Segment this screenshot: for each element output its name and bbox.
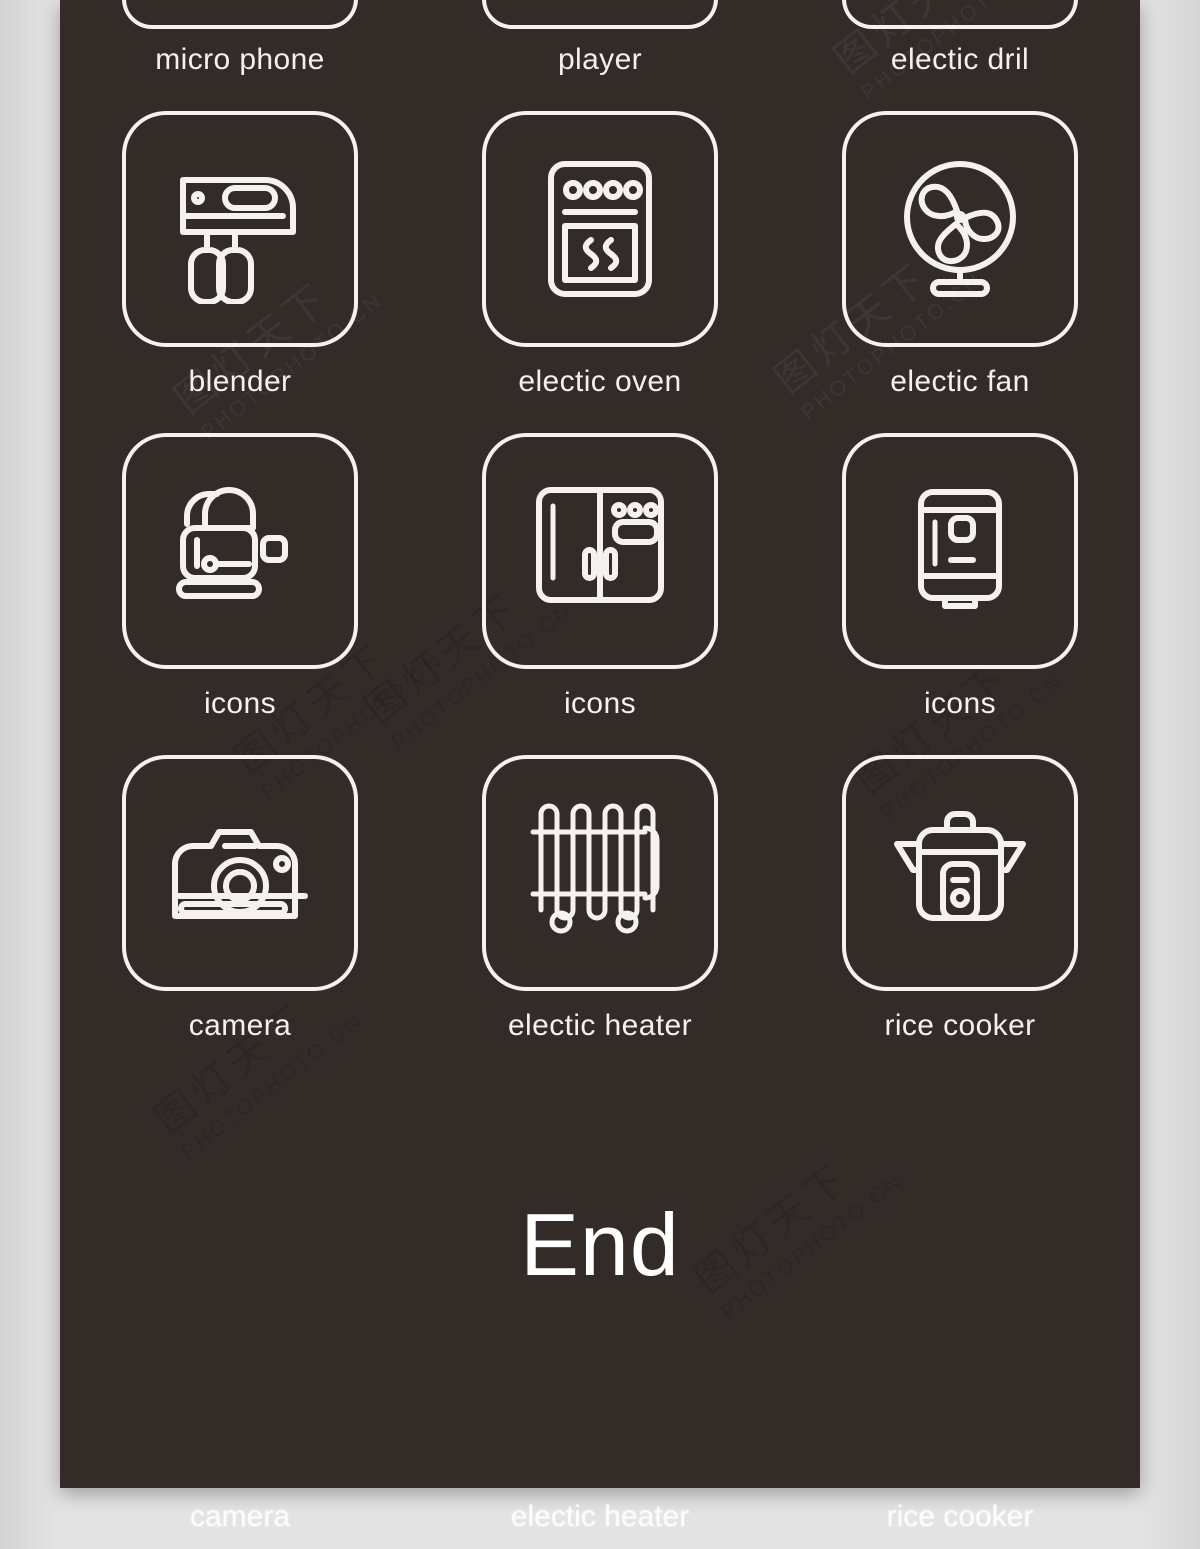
toaster-tile[interactable] xyxy=(122,433,358,669)
water-heater-tile[interactable] xyxy=(842,433,1078,669)
icon-label: icons xyxy=(563,687,637,720)
water-heater-icon xyxy=(918,489,1002,609)
electric-oven-tile[interactable] xyxy=(482,111,718,347)
electric-drill-icon[interactable] xyxy=(842,0,1078,29)
icon-label: electic oven xyxy=(518,365,682,398)
electric-heater-tile[interactable] xyxy=(482,755,718,991)
icon-cell-camera[interactable]: camera xyxy=(60,755,420,1043)
electric-fan-icon xyxy=(904,161,1016,297)
camera-tile[interactable] xyxy=(122,755,358,991)
icon-cell-electric-oven[interactable]: electic oven xyxy=(420,111,780,399)
icon-label: electic heater xyxy=(507,1009,693,1042)
electric-fan-tile[interactable] xyxy=(842,111,1078,347)
icon-label: blender xyxy=(188,365,292,398)
ghost-label: electic heater xyxy=(510,1500,690,1533)
icon-cell-toaster[interactable]: icons xyxy=(60,433,420,721)
player-icon[interactable] xyxy=(482,0,718,29)
microphone-icon[interactable] xyxy=(122,0,358,29)
icon-cell-electric-fan[interactable]: electic fan xyxy=(780,111,1140,399)
row-spacer xyxy=(60,399,1140,433)
row-spacer xyxy=(60,721,1140,755)
icon-label: player xyxy=(557,43,643,76)
electric-oven-icon xyxy=(548,161,652,297)
icon-cell-electric-drill[interactable]: electic dril xyxy=(780,0,1140,77)
blender-tile[interactable] xyxy=(122,111,358,347)
toaster-icon xyxy=(176,487,288,599)
blender-icon xyxy=(180,177,296,304)
icon-label: icons xyxy=(203,687,277,720)
icon-cell-water-heater[interactable]: icons xyxy=(780,433,1140,721)
ghost-label: camera xyxy=(189,1500,291,1533)
icon-row: icons icons icons xyxy=(60,433,1140,721)
icon-row: blender electic oven electic fan xyxy=(60,111,1140,399)
icon-gallery-panel: 图灯天下 PHOTOPHOTO.CN 图灯天下 PHOTOPHOTO.CN 图灯… xyxy=(60,0,1140,1488)
electric-heater-icon xyxy=(530,803,660,934)
end-text: End xyxy=(520,1195,680,1294)
rice-cooker-icon xyxy=(894,811,1026,921)
ghost-label: rice cooker xyxy=(886,1500,1034,1533)
icon-cell-rice-cooker[interactable]: rice cooker xyxy=(780,755,1140,1043)
icon-label: electic dril xyxy=(890,43,1030,76)
row-spacer xyxy=(60,77,1140,111)
refrigerator-icon xyxy=(536,487,664,603)
icon-cell-micro-phone[interactable]: micro phone xyxy=(60,0,420,77)
icon-grid: micro phone player electic dril blender … xyxy=(60,0,1140,1043)
refrigerator-tile[interactable] xyxy=(482,433,718,669)
icon-cell-refrigerator[interactable]: icons xyxy=(420,433,780,721)
icon-cell-player[interactable]: player xyxy=(420,0,780,77)
icon-label: rice cooker xyxy=(884,1009,1036,1042)
icon-row: camera electic heater rice cooker xyxy=(60,755,1140,1043)
icon-cell-blender[interactable]: blender xyxy=(60,111,420,399)
rice-cooker-tile[interactable] xyxy=(842,755,1078,991)
camera-icon xyxy=(172,829,308,919)
icon-label: camera xyxy=(188,1009,292,1042)
ghost-label-row: camera electic heater rice cooker xyxy=(60,1500,1140,1534)
icon-label: icons xyxy=(923,687,997,720)
icon-label: micro phone xyxy=(155,43,325,76)
icon-label: electic fan xyxy=(890,365,1030,398)
icon-row: micro phone player electic dril xyxy=(60,0,1140,77)
icon-cell-electric-heater[interactable]: electic heater xyxy=(420,755,780,1043)
